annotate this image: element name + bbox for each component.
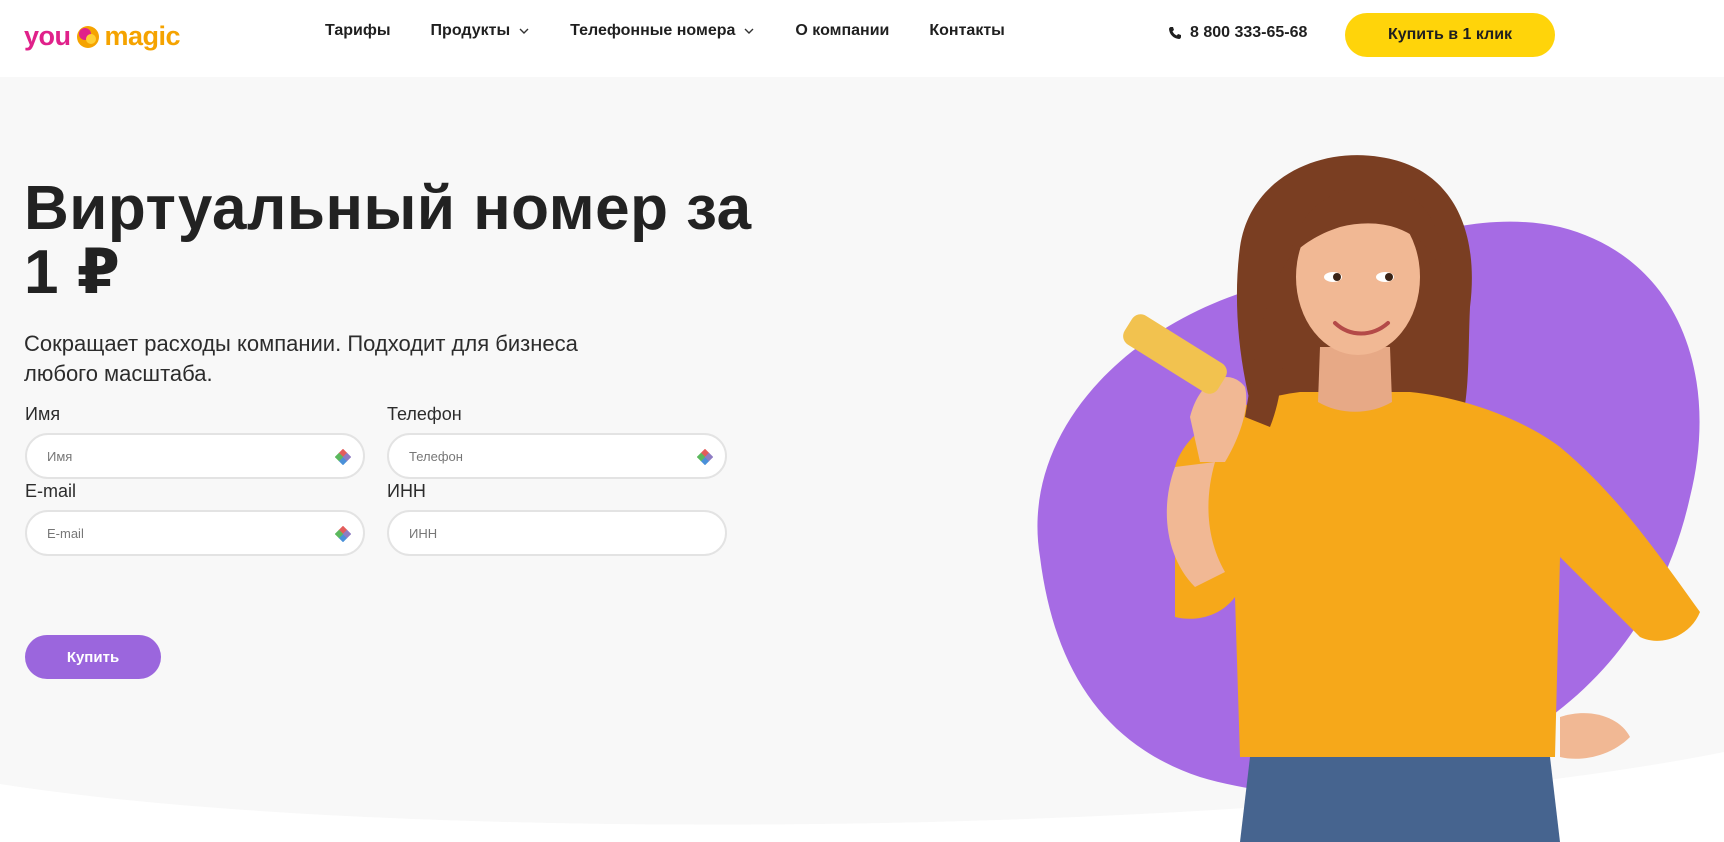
phone-input[interactable] xyxy=(389,435,725,477)
buy-submit-button[interactable]: Купить xyxy=(25,635,161,679)
nav-item-contacts[interactable]: Контакты xyxy=(929,22,1004,40)
autofill-icon[interactable] xyxy=(335,449,351,465)
hero-title-line2: 1 ₽ xyxy=(24,238,121,307)
hero-subtitle: Сокращает расходы компании. Подходит для… xyxy=(24,329,704,389)
name-field-group: Имя xyxy=(25,403,365,479)
inn-input[interactable] xyxy=(389,512,725,554)
autofill-icon[interactable] xyxy=(697,449,713,465)
name-field-box xyxy=(25,433,365,479)
nav-item-phone-numbers[interactable]: Телефонные номера xyxy=(570,22,755,40)
autofill-icon[interactable] xyxy=(335,526,351,542)
header-phone-link[interactable]: 8 800 333-65-68 xyxy=(1168,24,1307,42)
phone-field-box xyxy=(387,433,727,479)
inn-field-box xyxy=(387,510,727,556)
chevron-down-icon xyxy=(744,28,754,34)
email-field-group: E-mail xyxy=(25,480,365,556)
nav-item-label: Телефонные номера xyxy=(570,22,736,39)
chevron-down-icon xyxy=(519,28,529,34)
nav-item-label: О компании xyxy=(795,22,890,39)
nav-item-label: Контакты xyxy=(929,22,1005,39)
nav-item-label: Продукты xyxy=(430,22,511,39)
phone-icon xyxy=(1169,27,1181,39)
inn-field-group: ИНН xyxy=(387,480,727,556)
nav-item-about[interactable]: О компании xyxy=(795,22,889,40)
name-label: Имя xyxy=(25,404,61,424)
phone-field-group: Телефон xyxy=(387,403,727,479)
hero-section: Виртуальный номер за 1 ₽ Сокращает расхо… xyxy=(0,77,1724,842)
nav-item-label: Тарифы xyxy=(325,22,391,39)
logo-mark-icon xyxy=(76,26,99,48)
logo-text-magic: magic xyxy=(104,20,181,51)
logo[interactable]: you magic xyxy=(24,16,181,56)
main-nav: Тарифы Продукты Телефонные номера О комп… xyxy=(325,22,1045,40)
nav-item-products[interactable]: Продукты xyxy=(431,22,531,40)
hero-subtitle-line2: любого масштаба. xyxy=(24,361,213,386)
nav-item-tariffs[interactable]: Тарифы xyxy=(325,22,391,40)
hero-subtitle-line1: Сокращает расходы компании. Подходит для… xyxy=(24,331,578,356)
name-input[interactable] xyxy=(27,435,363,477)
phone-number: 8 800 333-65-68 xyxy=(1190,24,1308,41)
phone-label: Телефон xyxy=(387,404,462,424)
logo-text-you: you xyxy=(24,20,71,51)
inn-label: ИНН xyxy=(387,481,426,501)
hero-title-line1: Виртуальный номер за xyxy=(24,174,752,243)
hero-title: Виртуальный номер за 1 ₽ xyxy=(24,177,824,305)
email-field-box xyxy=(25,510,365,556)
email-label: E-mail xyxy=(25,481,77,501)
email-input[interactable] xyxy=(27,512,363,554)
buy-one-click-button[interactable]: Купить в 1 клик xyxy=(1345,13,1555,57)
hero-illustration xyxy=(1037,155,1700,842)
site-header: you magic Тарифы Продукты Телефонные ном… xyxy=(0,0,1724,77)
